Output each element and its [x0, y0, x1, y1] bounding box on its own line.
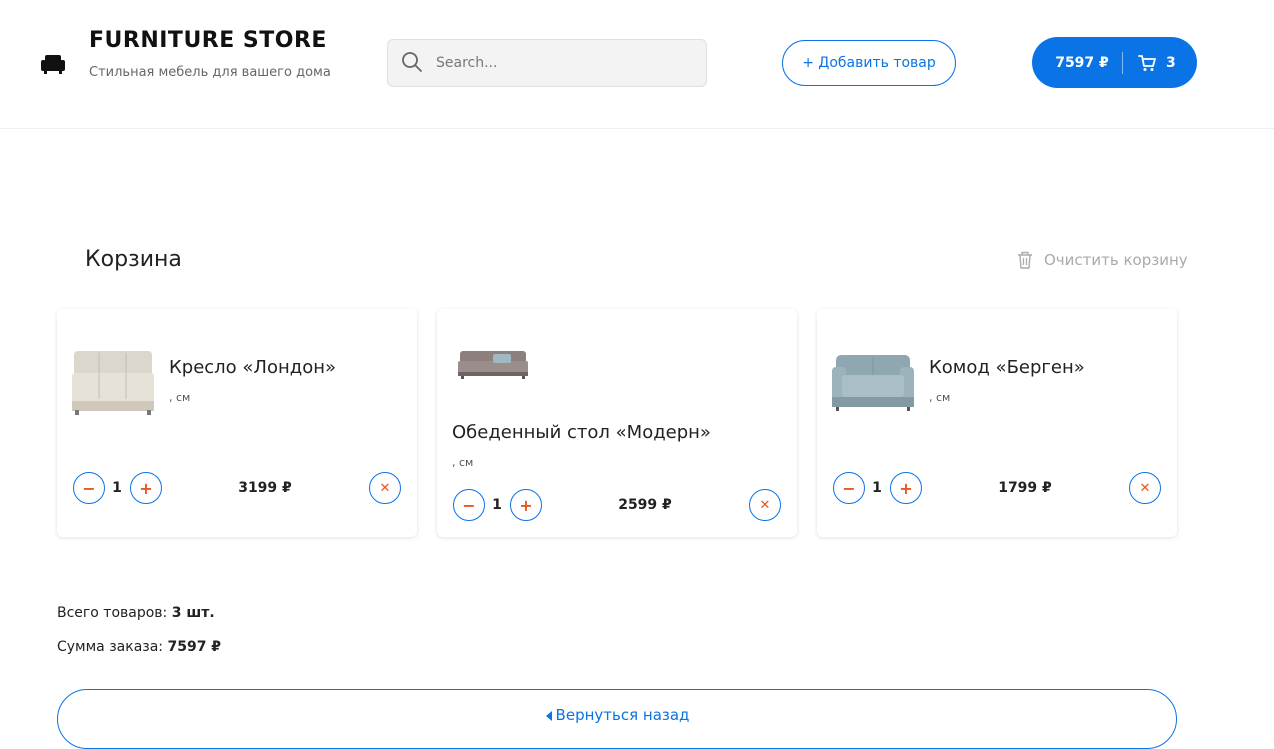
quantity-value: 1: [872, 480, 882, 496]
cart-total: 7597 ₽: [1055, 54, 1109, 71]
remove-item-button[interactable]: ✕: [749, 489, 781, 521]
order-sum-label: Сумма заказа:: [57, 639, 168, 655]
decrease-quantity-button[interactable]: −: [833, 472, 865, 504]
trash-icon: [1018, 251, 1032, 269]
cart-item-card: Комод «Берген» , см − 1 + 1799 ₽ ✕: [817, 309, 1177, 537]
item-price: 3199 ₽: [238, 480, 292, 496]
cart-divider: [1122, 51, 1123, 74]
page-title: Корзина: [85, 247, 182, 272]
quantity-value: 1: [492, 497, 502, 513]
remove-item-button[interactable]: ✕: [1129, 472, 1161, 504]
cart-item-card: Кресло «Лондон» , см − 1 + 3199 ₽ ✕: [57, 309, 417, 537]
armchair-icon: [41, 55, 65, 74]
remove-item-button[interactable]: ✕: [369, 472, 401, 504]
header: FURNITURE STORE Стильная мебель для ваше…: [0, 0, 1274, 129]
cart-item-card: Обеденный стол «Модерн» , см − 1 + 2599 …: [437, 309, 797, 537]
clear-cart-button[interactable]: Очистить корзину: [1016, 249, 1188, 271]
search-icon: [402, 52, 422, 72]
order-sum-line: Сумма заказа: 7597 ₽: [57, 639, 221, 655]
add-product-button[interactable]: + Добавить товар: [782, 40, 956, 86]
decrease-quantity-button[interactable]: −: [73, 472, 105, 504]
brand-title[interactable]: FURNITURE STORE: [89, 28, 327, 53]
increase-quantity-button[interactable]: +: [510, 489, 542, 521]
decrease-quantity-button[interactable]: −: [453, 489, 485, 521]
brand-subtitle: Стильная мебель для вашего дома: [89, 65, 331, 80]
back-button-label: Вернуться назад: [555, 706, 690, 724]
order-sum-value: 7597 ₽: [167, 639, 222, 655]
quantity-value: 1: [112, 480, 122, 496]
product-image: [458, 351, 528, 379]
item-price: 1799 ₽: [998, 480, 1052, 496]
product-size: , см: [169, 391, 191, 404]
search-input[interactable]: [436, 48, 691, 78]
product-name[interactable]: Обеденный стол «Модерн»: [452, 422, 711, 443]
product-size: , см: [452, 456, 474, 469]
product-name[interactable]: Кресло «Лондон»: [169, 357, 336, 378]
total-items-line: Всего товаров: 3 шт.: [57, 605, 215, 621]
cart-button[interactable]: 7597 ₽ 3: [1032, 37, 1197, 88]
total-items-value: 3 шт.: [171, 605, 215, 621]
product-name[interactable]: Комод «Берген»: [929, 357, 1085, 378]
search-box[interactable]: [387, 39, 707, 87]
arrow-left-icon: [545, 711, 552, 721]
cart-count: 3: [1166, 54, 1176, 71]
clear-cart-label: Очистить корзину: [1044, 251, 1188, 269]
product-size: , см: [929, 391, 951, 404]
product-image: [72, 351, 154, 415]
increase-quantity-button[interactable]: +: [130, 472, 162, 504]
item-price: 2599 ₽: [618, 497, 672, 513]
increase-quantity-button[interactable]: +: [890, 472, 922, 504]
product-image: [832, 355, 914, 411]
back-button[interactable]: Вернуться назад: [57, 689, 1177, 749]
cart-icon: [1138, 54, 1156, 71]
total-items-label: Всего товаров:: [57, 605, 172, 621]
